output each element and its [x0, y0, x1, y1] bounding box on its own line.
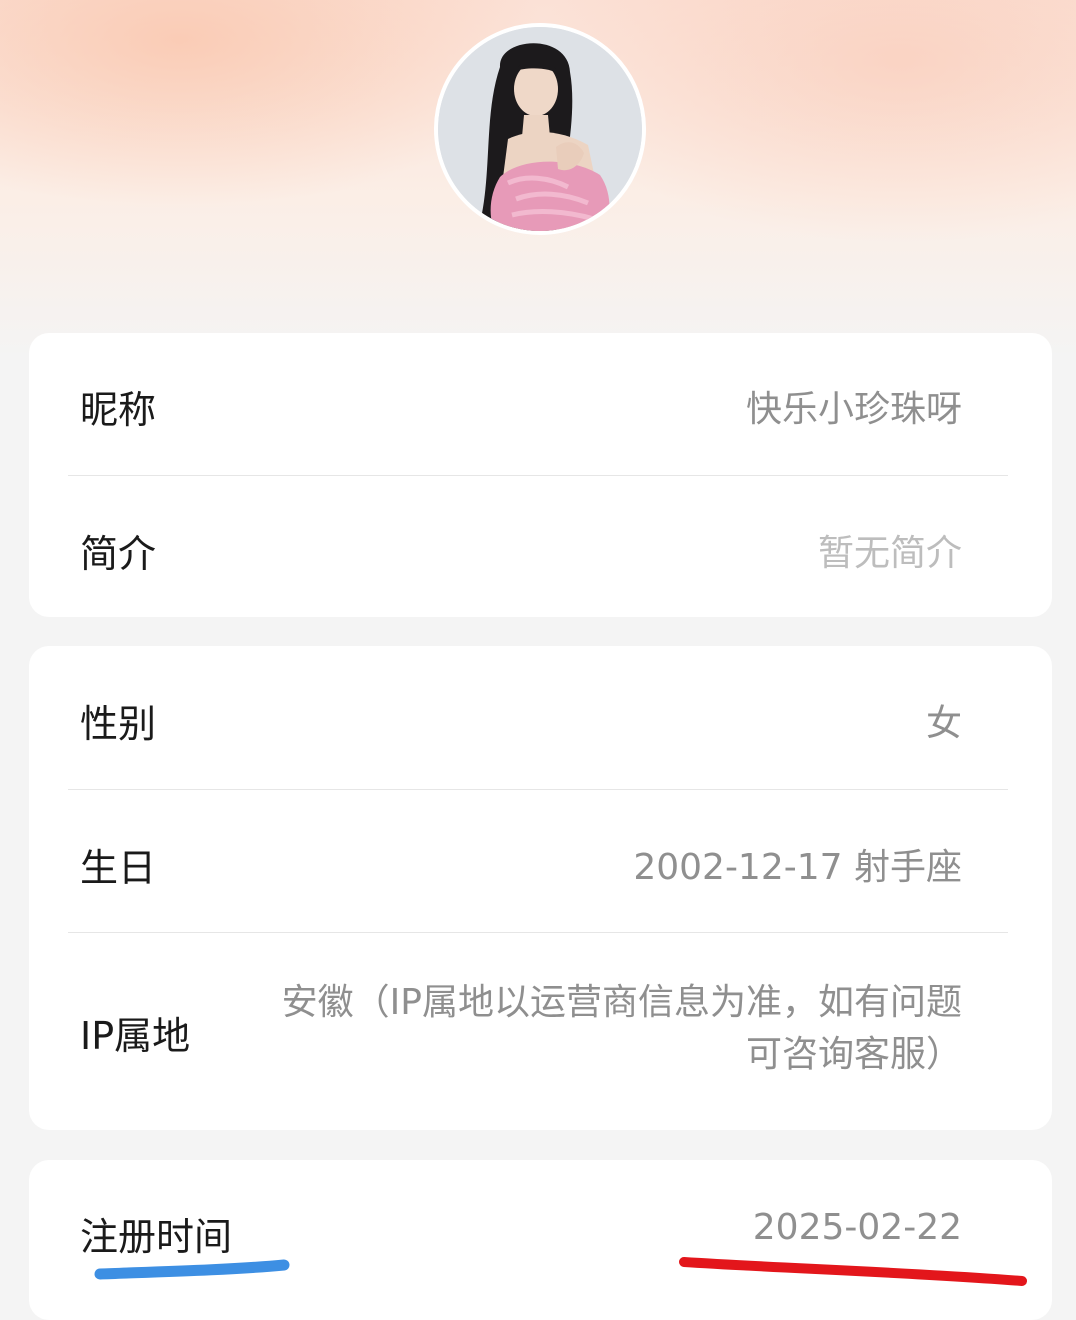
label-underline-annotation [94, 1259, 290, 1280]
basic-info-card: 昵称 快乐小珍珠呀 简介 暂无简介 [29, 333, 1052, 617]
ip-location-value: 安徽（IP属地以运营商信息为准，如有问题可咨询客服） [281, 982, 962, 1075]
ip-location-row: IP属地 安徽（IP属地以运营商信息为准，如有问题可咨询客服） [29, 933, 1052, 1130]
bio-value: 暂无简介 [817, 533, 962, 574]
nickname-value: 快乐小珍珠呀 [745, 389, 962, 430]
avatar[interactable] [434, 23, 646, 235]
nickname-label: 昵称 [80, 388, 157, 432]
gender-value: 女 [925, 703, 962, 744]
birthday-value: 2002-12-17 射手座 [633, 847, 962, 888]
bio-row[interactable]: 简介 暂无简介 [29, 476, 1052, 617]
nickname-row[interactable]: 昵称 快乐小珍珠呀 [29, 333, 1052, 475]
register-time-value: 2025-02-22 [752, 1207, 962, 1248]
birthday-row[interactable]: 生日 2002-12-17 射手座 [29, 790, 1052, 932]
ip-location-label: IP属地 [80, 1014, 191, 1058]
avatar-image [438, 27, 642, 231]
gender-row[interactable]: 性别 女 [29, 646, 1052, 789]
personal-info-card: 性别 女 生日 2002-12-17 射手座 IP属地 安徽（IP属地以运营商信… [29, 646, 1052, 1130]
account-info-card: 注册时间 2025-02-22 [29, 1160, 1052, 1320]
birthday-label: 生日 [80, 846, 157, 890]
gender-label: 性别 [80, 702, 157, 746]
bio-label: 简介 [80, 532, 157, 576]
value-underline-annotation [679, 1257, 1027, 1286]
register-time-label: 注册时间 [80, 1215, 233, 1259]
